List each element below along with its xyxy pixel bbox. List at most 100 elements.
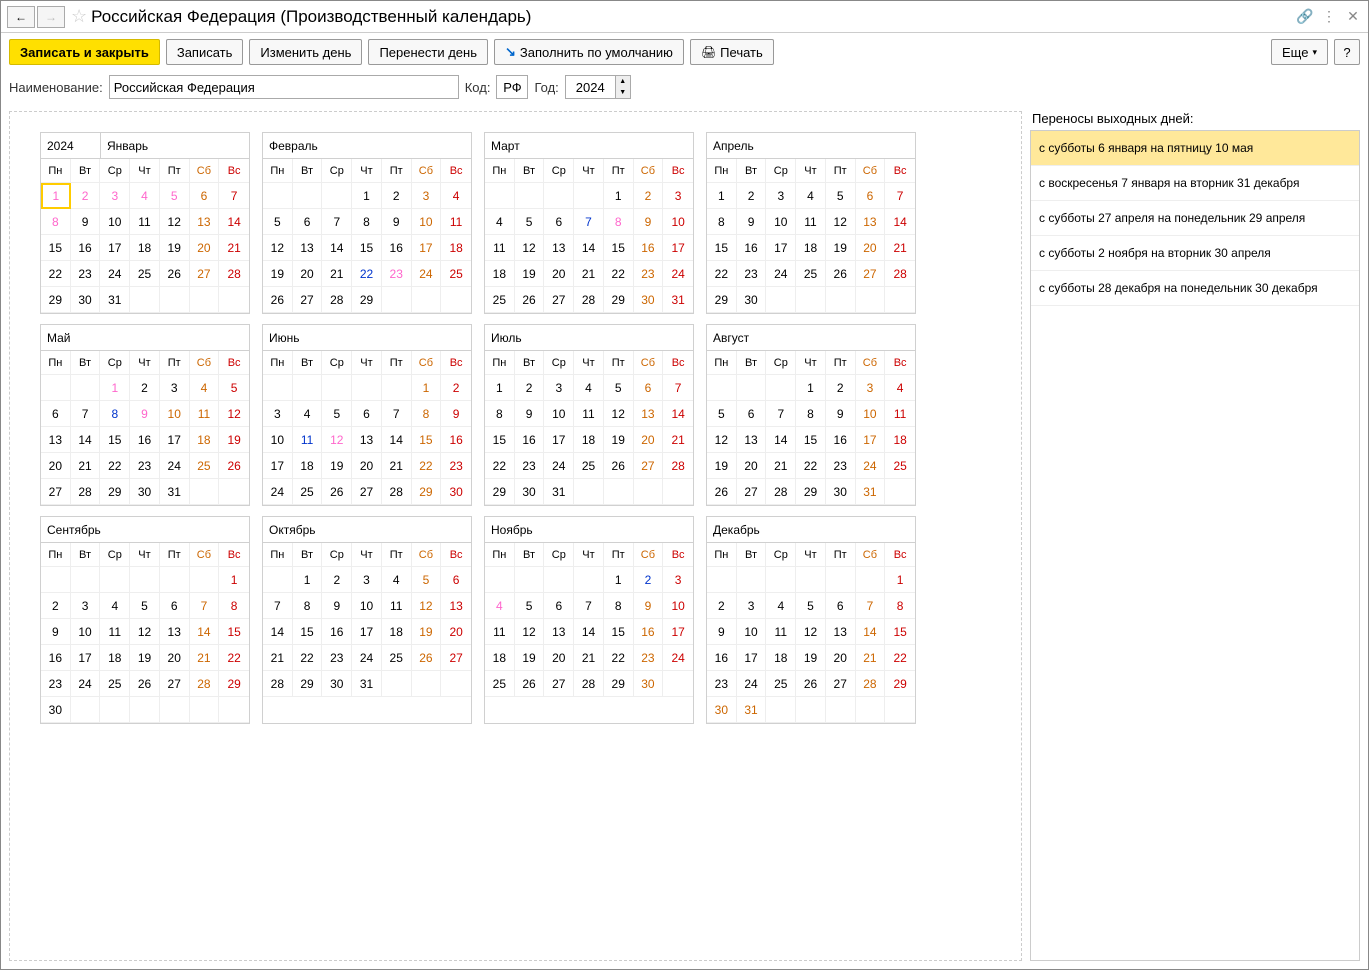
day-cell[interactable]: 27	[737, 479, 767, 505]
day-cell[interactable]: 26	[160, 261, 190, 287]
day-cell[interactable]: 9	[826, 401, 856, 427]
day-cell[interactable]: 28	[574, 671, 604, 697]
day-cell[interactable]: 6	[544, 209, 574, 235]
day-cell[interactable]	[574, 183, 604, 209]
day-cell[interactable]: 3	[766, 183, 796, 209]
day-cell[interactable]: 18	[485, 261, 515, 287]
day-cell[interactable]: 13	[634, 401, 664, 427]
day-cell[interactable]: 4	[766, 593, 796, 619]
day-cell[interactable]: 24	[544, 453, 574, 479]
day-cell[interactable]: 16	[707, 645, 737, 671]
day-cell[interactable]: 26	[219, 453, 249, 479]
day-cell[interactable]: 14	[71, 427, 101, 453]
day-cell[interactable]: 15	[796, 427, 826, 453]
day-cell[interactable]: 2	[826, 375, 856, 401]
day-cell[interactable]: 28	[322, 287, 352, 313]
day-cell[interactable]: 22	[41, 261, 71, 287]
day-cell[interactable]: 17	[412, 235, 442, 261]
day-cell[interactable]	[263, 183, 293, 209]
day-cell[interactable]	[885, 287, 915, 313]
day-cell[interactable]	[352, 375, 382, 401]
day-cell[interactable]: 8	[885, 593, 915, 619]
day-cell[interactable]: 26	[322, 479, 352, 505]
day-cell[interactable]: 21	[263, 645, 293, 671]
day-cell[interactable]: 9	[441, 401, 471, 427]
day-cell[interactable]: 15	[100, 427, 130, 453]
day-cell[interactable]: 27	[544, 287, 574, 313]
change-day-button[interactable]: Изменить день	[249, 39, 362, 65]
day-cell[interactable]: 17	[71, 645, 101, 671]
day-cell[interactable]: 20	[160, 645, 190, 671]
day-cell[interactable]: 29	[604, 671, 634, 697]
kebab-menu-icon[interactable]: ⋮	[1320, 8, 1338, 26]
day-cell[interactable]: 9	[515, 401, 545, 427]
day-cell[interactable]: 2	[441, 375, 471, 401]
day-cell[interactable]: 11	[485, 619, 515, 645]
day-cell[interactable]: 23	[130, 453, 160, 479]
day-cell[interactable]: 17	[663, 235, 693, 261]
day-cell[interactable]	[515, 183, 545, 209]
day-cell[interactable]: 7	[574, 209, 604, 235]
day-cell[interactable]	[190, 697, 220, 723]
day-cell[interactable]: 12	[604, 401, 634, 427]
day-cell[interactable]: 5	[160, 183, 190, 209]
day-cell[interactable]: 27	[634, 453, 664, 479]
day-cell[interactable]: 8	[796, 401, 826, 427]
day-cell[interactable]	[190, 567, 220, 593]
day-cell[interactable]: 25	[382, 645, 412, 671]
day-cell[interactable]: 29	[485, 479, 515, 505]
day-cell[interactable]: 1	[485, 375, 515, 401]
day-cell[interactable]	[515, 567, 545, 593]
day-cell[interactable]: 10	[856, 401, 886, 427]
day-cell[interactable]: 7	[219, 183, 249, 209]
day-cell[interactable]: 2	[634, 567, 664, 593]
day-cell[interactable]: 21	[190, 645, 220, 671]
day-cell[interactable]: 9	[634, 593, 664, 619]
day-cell[interactable]: 4	[485, 593, 515, 619]
day-cell[interactable]: 3	[663, 183, 693, 209]
day-cell[interactable]: 16	[71, 235, 101, 261]
day-cell[interactable]: 11	[100, 619, 130, 645]
day-cell[interactable]: 17	[737, 645, 767, 671]
day-cell[interactable]: 11	[441, 209, 471, 235]
day-cell[interactable]: 28	[190, 671, 220, 697]
day-cell[interactable]	[766, 287, 796, 313]
day-cell[interactable]	[41, 375, 71, 401]
day-cell[interactable]: 12	[160, 209, 190, 235]
day-cell[interactable]: 28	[574, 287, 604, 313]
day-cell[interactable]	[382, 287, 412, 313]
day-cell[interactable]: 24	[663, 261, 693, 287]
day-cell[interactable]: 29	[885, 671, 915, 697]
day-cell[interactable]: 5	[412, 567, 442, 593]
day-cell[interactable]: 29	[293, 671, 323, 697]
day-cell[interactable]: 21	[219, 235, 249, 261]
day-cell[interactable]	[737, 567, 767, 593]
day-cell[interactable]: 7	[663, 375, 693, 401]
day-cell[interactable]: 10	[263, 427, 293, 453]
day-cell[interactable]: 27	[352, 479, 382, 505]
day-cell[interactable]: 13	[293, 235, 323, 261]
day-cell[interactable]: 23	[382, 261, 412, 287]
day-cell[interactable]: 28	[766, 479, 796, 505]
day-cell[interactable]: 16	[634, 235, 664, 261]
day-cell[interactable]	[885, 697, 915, 723]
day-cell[interactable]: 9	[737, 209, 767, 235]
day-cell[interactable]: 14	[574, 619, 604, 645]
day-cell[interactable]: 10	[544, 401, 574, 427]
day-cell[interactable]: 19	[826, 235, 856, 261]
day-cell[interactable]: 20	[826, 645, 856, 671]
day-cell[interactable]: 7	[382, 401, 412, 427]
day-cell[interactable]: 28	[856, 671, 886, 697]
day-cell[interactable]: 22	[293, 645, 323, 671]
day-cell[interactable]: 25	[441, 261, 471, 287]
day-cell[interactable]: 28	[663, 453, 693, 479]
day-cell[interactable]: 15	[604, 619, 634, 645]
day-cell[interactable]: 7	[263, 593, 293, 619]
day-cell[interactable]	[441, 287, 471, 313]
day-cell[interactable]: 6	[190, 183, 220, 209]
day-cell[interactable]: 25	[190, 453, 220, 479]
day-cell[interactable]: 27	[160, 671, 190, 697]
day-cell[interactable]: 26	[130, 671, 160, 697]
day-cell[interactable]: 13	[737, 427, 767, 453]
day-cell[interactable]: 29	[352, 287, 382, 313]
